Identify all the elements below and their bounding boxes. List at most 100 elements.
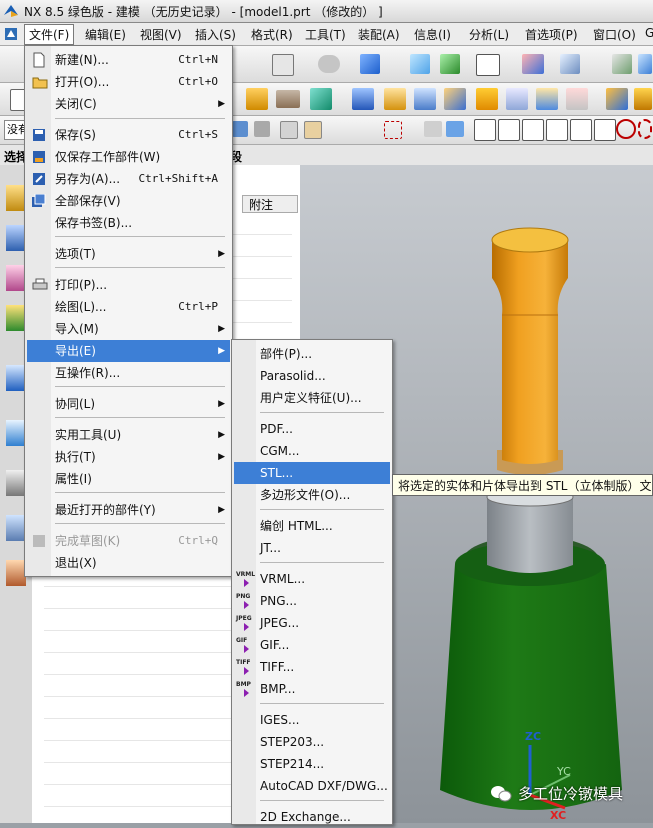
assembly-nav-icon[interactable]: [6, 185, 26, 211]
menu-format[interactable]: 格式(R): [251, 26, 293, 43]
feature-select-icon[interactable]: [424, 121, 442, 137]
file-menu-item-execute[interactable]: 执行(T) ▶: [27, 446, 230, 468]
file-menu-item-properties[interactable]: 属性(I): [27, 468, 230, 490]
export-menu-item-2d-exchange[interactable]: 2D Exchange...: [234, 806, 390, 828]
menu-analysis[interactable]: 分析(L): [469, 26, 509, 43]
mid-point-icon[interactable]: [498, 119, 520, 141]
export-menu-item-step203[interactable]: STEP203...: [234, 731, 390, 753]
filter-icon[interactable]: [304, 121, 322, 139]
file-menu-item-options[interactable]: 选项(T) ▶: [27, 243, 230, 265]
file-menu-item-recent-parts[interactable]: 最近打开的部件(Y) ▶: [27, 499, 230, 521]
history-icon[interactable]: [6, 420, 26, 446]
shell-icon[interactable]: [634, 88, 652, 110]
pocket-icon[interactable]: [384, 88, 406, 110]
menu-tools[interactable]: 工具(T): [305, 26, 346, 43]
extrude-icon[interactable]: [246, 88, 268, 110]
shade-icon[interactable]: [318, 55, 340, 73]
end-point-icon[interactable]: [474, 119, 496, 141]
boss-icon[interactable]: [352, 88, 374, 110]
tangent-point-icon[interactable]: [594, 119, 616, 141]
reuse-library-icon[interactable]: [6, 305, 26, 331]
file-menu-item-open[interactable]: 打开(O)... Ctrl+O: [27, 71, 230, 93]
file-menu-item-save-work-part[interactable]: 仅保存工作部件(W): [27, 146, 230, 168]
export-menu-item-part[interactable]: 部件(P)...: [234, 343, 390, 365]
export-menu-item-parasolid[interactable]: Parasolid...: [234, 365, 390, 387]
cube-icon[interactable]: [360, 54, 380, 74]
file-menu-item-import[interactable]: 导入(M) ▶: [27, 318, 230, 340]
file-menu-item-save-all[interactable]: 全部保存(V): [27, 190, 230, 212]
menu-info[interactable]: 信息(I): [414, 26, 451, 43]
point-on-curve-icon[interactable]: [638, 119, 652, 139]
groove-icon[interactable]: [476, 88, 498, 110]
export-menu-item-jpeg[interactable]: JPEG JPEG...: [234, 612, 390, 634]
menu-file[interactable]: 文件(F): [24, 24, 75, 45]
system-material-icon[interactable]: [6, 515, 26, 541]
export-menu-item-iges[interactable]: IGES...: [234, 709, 390, 731]
export-menu-item-autocad-dxf-dwg[interactable]: AutoCAD DXF/DWG...: [234, 775, 390, 797]
unite-icon[interactable]: [536, 88, 558, 110]
menu-window[interactable]: 窗口(O): [593, 26, 636, 43]
file-menu-item-save-as[interactable]: 另存为(A)... Ctrl+Shift+A: [27, 168, 230, 190]
menu-preferences[interactable]: 首选项(P): [525, 26, 578, 43]
slot-icon[interactable]: [444, 88, 466, 110]
app-menu-icon[interactable]: [4, 27, 18, 41]
export-menu-item-gif[interactable]: GIF GIF...: [234, 634, 390, 656]
file-menu-item-new[interactable]: 新建(N)... Ctrl+N: [27, 49, 230, 71]
section-icon[interactable]: [522, 54, 544, 74]
export-menu-item-tiff[interactable]: TIFF TIFF...: [234, 656, 390, 678]
layer-icon[interactable]: [440, 54, 460, 74]
menu-insert[interactable]: 插入(S): [195, 26, 236, 43]
export-menu-item-user-defined-feature[interactable]: 用户定义特征(U)...: [234, 387, 390, 409]
select-all-icon[interactable]: [232, 121, 248, 137]
clock-icon[interactable]: [6, 470, 26, 496]
export-menu-item-png[interactable]: PNG PNG...: [234, 590, 390, 612]
pad-icon[interactable]: [414, 88, 436, 110]
intersect-icon[interactable]: [606, 88, 628, 110]
hole-icon[interactable]: [310, 88, 332, 110]
deselect-icon[interactable]: [254, 121, 270, 137]
file-menu-item-interoperate[interactable]: 互操作(R)...: [27, 362, 230, 384]
roles-icon[interactable]: [6, 560, 26, 586]
quadrant-point-icon[interactable]: [616, 119, 636, 139]
file-menu-item-print[interactable]: 打印(P)...: [27, 274, 230, 296]
export-menu-item-cgm[interactable]: CGM...: [234, 440, 390, 462]
fit-view-icon[interactable]: [272, 54, 294, 76]
color-box-icon[interactable]: [476, 54, 500, 76]
file-menu-item-finish-sketch[interactable]: 完成草图(K) Ctrl+Q: [27, 530, 230, 552]
menu-view[interactable]: 视图(V): [140, 26, 182, 43]
snap-point-icon[interactable]: [280, 121, 298, 139]
menu-edit[interactable]: 编辑(E): [85, 26, 126, 43]
component-icon[interactable]: [638, 54, 652, 74]
file-menu-item-utilities[interactable]: 实用工具(U) ▶: [27, 424, 230, 446]
intersection-point-icon[interactable]: [546, 119, 568, 141]
file-menu-item-close[interactable]: 关闭(C) ▶: [27, 93, 230, 115]
part-nav-icon[interactable]: [6, 265, 26, 291]
constraint-nav-icon[interactable]: [6, 225, 26, 251]
export-menu-item-author-html[interactable]: 编创 HTML...: [234, 515, 390, 537]
file-menu-item-exit[interactable]: 退出(X): [27, 552, 230, 574]
clip-icon[interactable]: [560, 54, 580, 74]
assembly-icon[interactable]: [612, 54, 632, 74]
view-orient-icon[interactable]: [410, 54, 430, 74]
subtract-icon[interactable]: [566, 88, 588, 110]
file-menu-item-save[interactable]: 保存(S) Ctrl+S: [27, 124, 230, 146]
export-menu-item-vrml[interactable]: VRML VRML...: [234, 568, 390, 590]
revolve-icon[interactable]: [276, 90, 300, 108]
menu-assembly[interactable]: 装配(A): [358, 26, 400, 43]
export-menu-item-step214[interactable]: STEP214...: [234, 753, 390, 775]
file-menu-item-plot[interactable]: 绘图(L)... Ctrl+P: [27, 296, 230, 318]
body-select-icon[interactable]: [446, 121, 464, 137]
export-menu-item-jt[interactable]: JT...: [234, 537, 390, 559]
export-menu-item-stl[interactable]: STL...: [234, 462, 390, 484]
file-menu-item-collaborate[interactable]: 协同(L) ▶: [27, 393, 230, 415]
file-menu-item-export[interactable]: 导出(E) ▶: [27, 340, 230, 362]
export-menu-item-bmp[interactable]: BMP BMP...: [234, 678, 390, 700]
export-menu-item-polygon-file[interactable]: 多边形文件(O)...: [234, 484, 390, 506]
web-browser-icon[interactable]: [6, 365, 26, 391]
file-menu-item-save-bookmark[interactable]: 保存书签(B)...: [27, 212, 230, 234]
arc-center-icon[interactable]: [570, 119, 592, 141]
export-menu-item-pdf[interactable]: PDF...: [234, 418, 390, 440]
rectangle-select-icon[interactable]: [384, 121, 402, 139]
menu-more[interactable]: G: [645, 26, 653, 40]
control-point-icon[interactable]: [522, 119, 544, 141]
